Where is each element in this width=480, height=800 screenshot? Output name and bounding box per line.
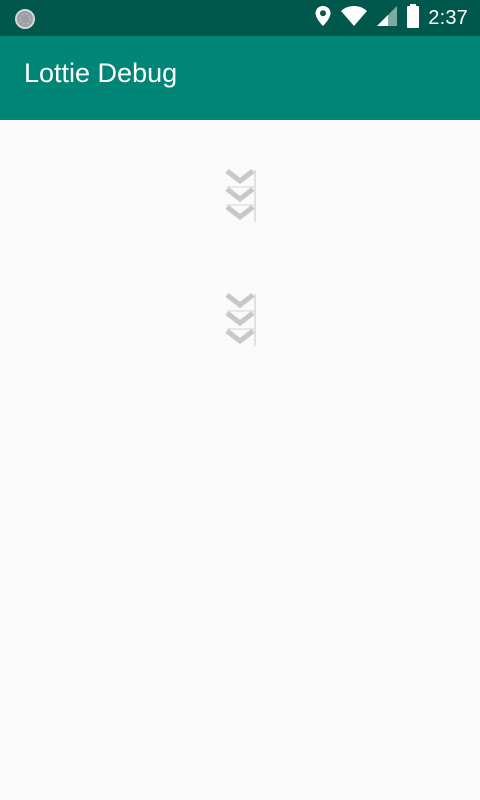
- triple-chevron-down-icon: [225, 293, 256, 346]
- battery-icon: [406, 3, 420, 33]
- status-time: 2:37: [428, 6, 468, 29]
- chevrons-animation-1: [224, 168, 256, 224]
- status-icons: 2:37: [314, 0, 468, 36]
- app-indicator-icon: [14, 8, 36, 30]
- app-title: Lottie Debug: [24, 58, 178, 88]
- chevrons-animation-2: [224, 292, 256, 348]
- location-icon: [314, 5, 332, 32]
- triple-chevron-down-icon: [225, 169, 256, 222]
- cell-signal-icon: [376, 5, 398, 32]
- wifi-icon: [340, 5, 368, 32]
- status-bar: 2:37: [0, 0, 480, 36]
- content-area: [0, 120, 480, 800]
- app-bar: Lottie Debug: [0, 36, 480, 120]
